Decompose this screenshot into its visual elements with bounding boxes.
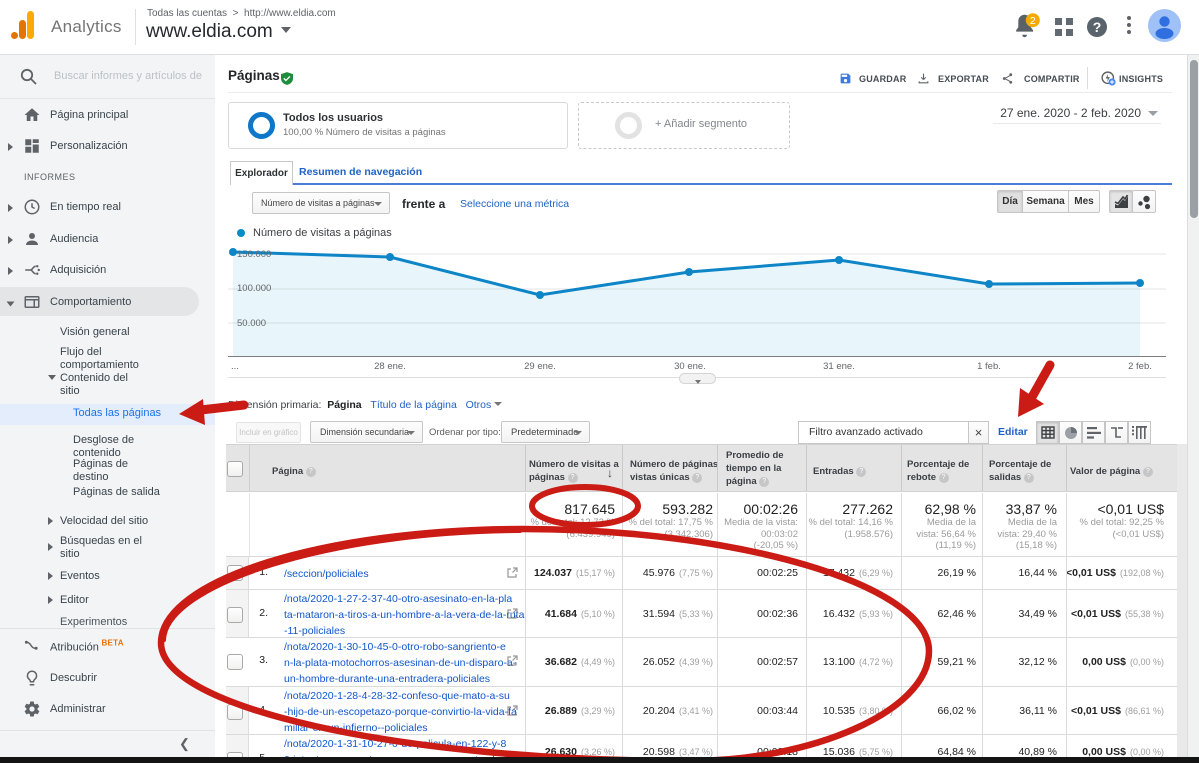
svg-text:2: 2 — [1030, 15, 1036, 27]
